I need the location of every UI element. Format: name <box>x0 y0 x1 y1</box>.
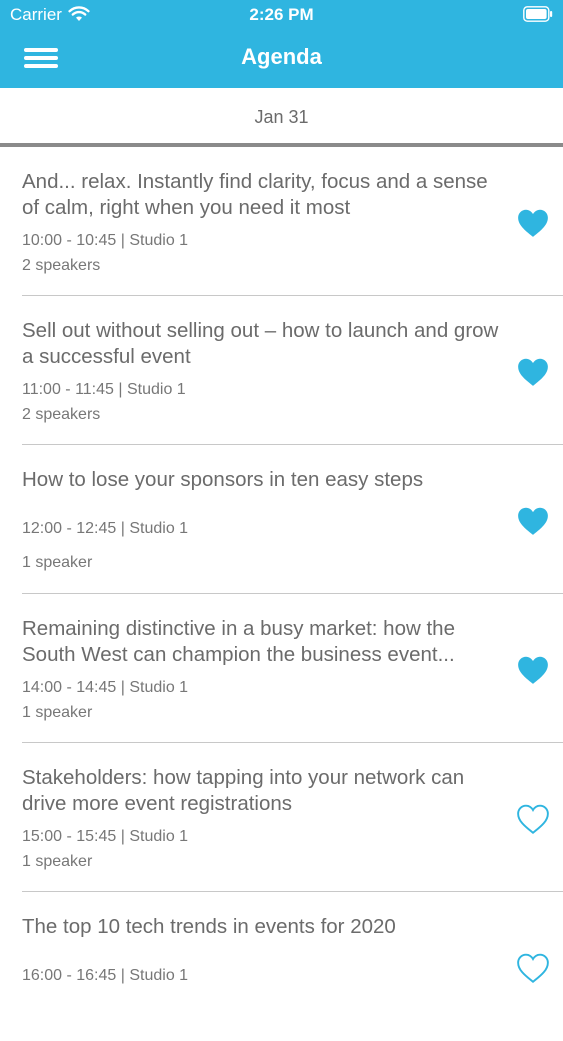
session-row[interactable]: How to lose your sponsors in ten easy st… <box>0 445 563 594</box>
date-label: Jan 31 <box>254 107 309 127</box>
favorite-heart-icon[interactable] <box>516 356 550 388</box>
battery-icon <box>523 6 553 22</box>
session-row[interactable]: And... relax. Instantly find clarity, fo… <box>0 147 563 296</box>
session-title: Remaining distinctive in a busy market: … <box>22 617 455 666</box>
session-speakers: 1 speaker <box>22 853 93 870</box>
session-title: And... relax. Instantly find clarity, fo… <box>22 170 488 219</box>
navigation-bar: Agenda <box>0 28 563 88</box>
app-bar: Carrier 2:26 PM Agenda <box>0 0 563 88</box>
session-speakers: 1 speaker <box>22 554 93 571</box>
session-time: 10:00 - 10:45 | Studio 1 <box>22 232 189 249</box>
session-row[interactable]: Sell out without selling out – how to la… <box>0 296 563 445</box>
session-time: 11:00 - 11:45 | Studio 1 <box>22 381 186 398</box>
status-bar: Carrier 2:26 PM <box>0 0 563 28</box>
session-row[interactable]: Stakeholders: how tapping into your netw… <box>0 743 563 892</box>
session-title: Sell out without selling out – how to la… <box>22 319 499 368</box>
favorite-heart-icon[interactable] <box>516 505 550 537</box>
session-row[interactable]: Remaining distinctive in a busy market: … <box>0 594 563 743</box>
status-time: 2:26 PM <box>249 5 314 24</box>
session-time: 14:00 - 14:45 | Studio 1 <box>22 679 189 696</box>
session-speakers: 2 speakers <box>22 406 101 423</box>
favorite-heart-outline-icon[interactable] <box>516 803 550 835</box>
page-title: Agenda <box>241 44 322 69</box>
session-time: 12:00 - 12:45 | Studio 1 <box>22 520 189 537</box>
session-row[interactable]: The top 10 tech trends in events for 202… <box>0 892 563 1041</box>
session-title: Stakeholders: how tapping into your netw… <box>22 766 465 815</box>
session-title: The top 10 tech trends in events for 202… <box>22 915 396 938</box>
session-time: 16:00 - 16:45 | Studio 1 <box>22 967 189 984</box>
favorite-heart-icon[interactable] <box>516 654 550 686</box>
date-header: Jan 31 <box>0 88 563 145</box>
session-time: 15:00 - 15:45 | Studio 1 <box>22 828 189 845</box>
session-speakers: 1 speaker <box>22 704 93 721</box>
favorite-heart-outline-icon[interactable] <box>516 952 550 984</box>
session-speakers: 2 speakers <box>22 257 101 274</box>
session-title: How to lose your sponsors in ten easy st… <box>22 468 424 491</box>
favorite-heart-icon[interactable] <box>516 207 550 239</box>
